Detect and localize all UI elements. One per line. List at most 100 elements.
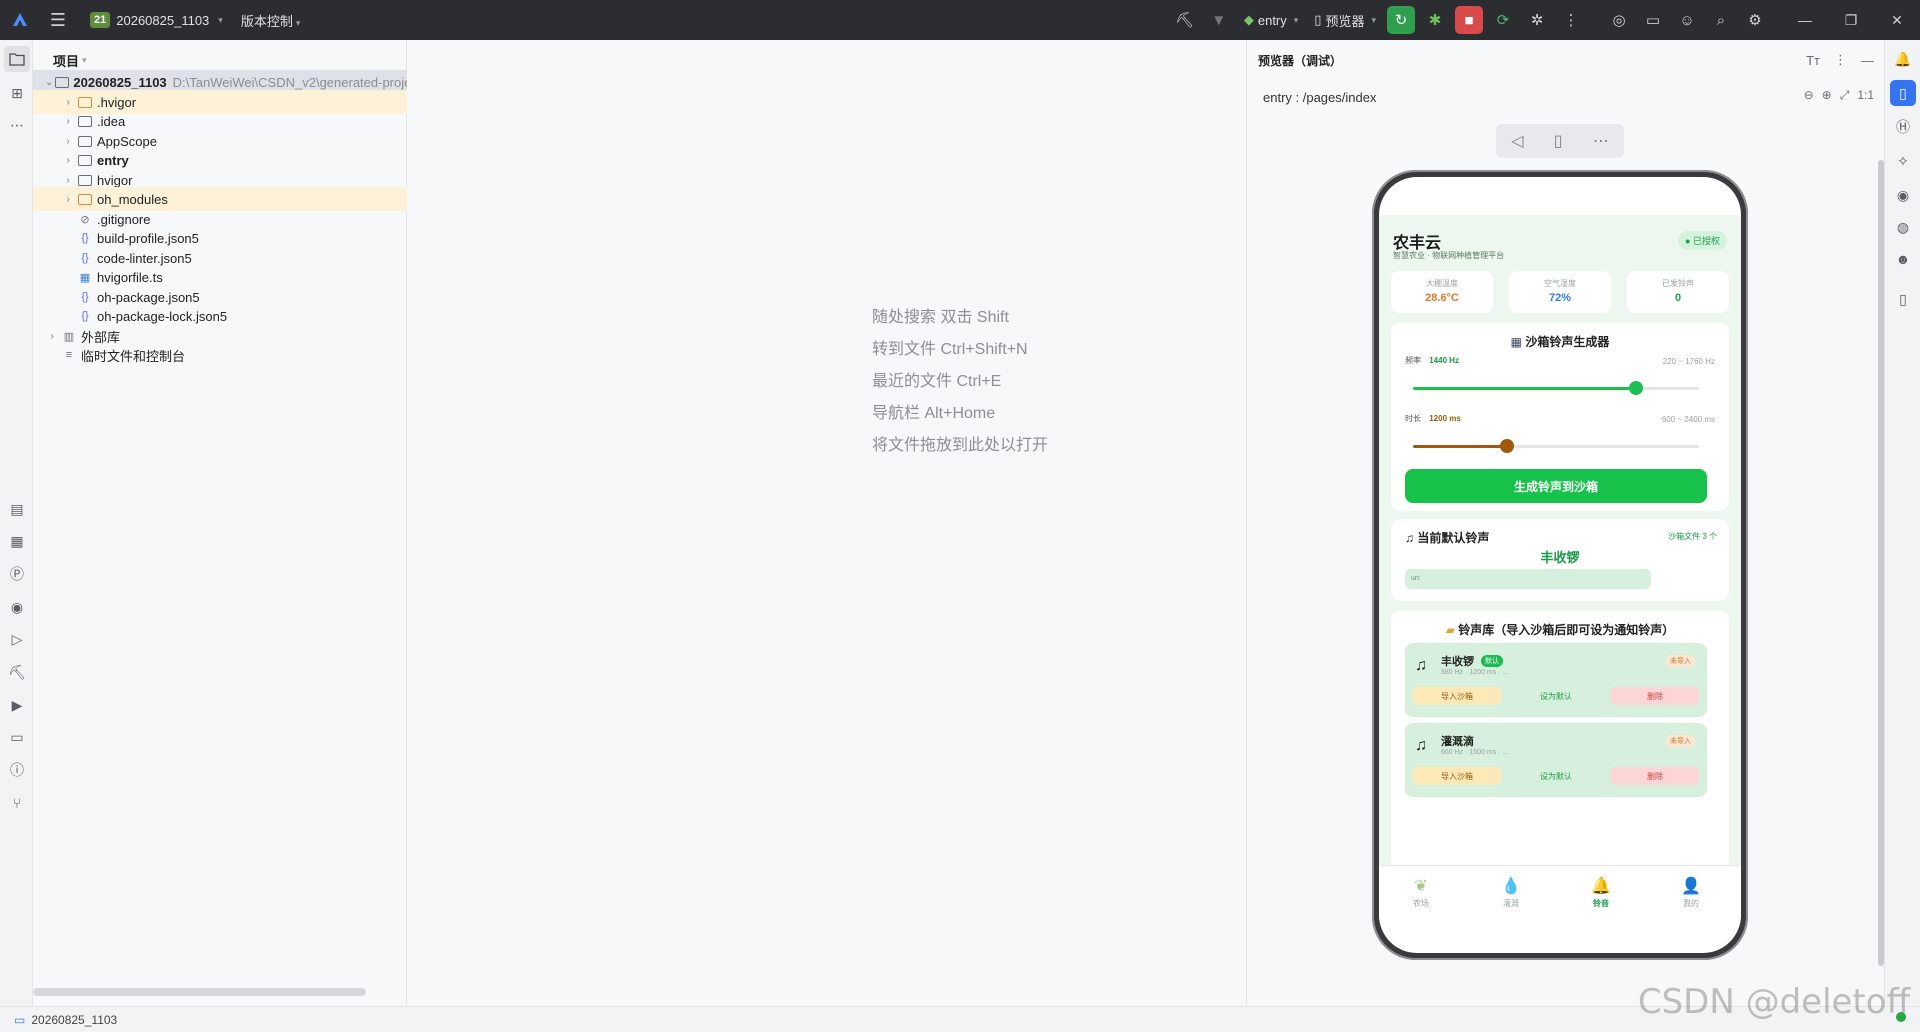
build-icon[interactable]: ⛏ — [4, 659, 30, 685]
ts-file-icon: ▦ — [79, 271, 91, 284]
folder-search-icon[interactable]: ▭ — [1636, 0, 1670, 40]
import-sandbox-button[interactable]: 导入沙箱 — [1413, 767, 1501, 785]
tab-label: 农场 — [1413, 899, 1429, 908]
make-down-icon[interactable]: ▼ — [1202, 0, 1236, 40]
fit-screen-icon[interactable]: ⤢ — [1840, 88, 1850, 103]
horizontal-scrollbar[interactable] — [33, 988, 366, 996]
right-tool-strip: 🔔 ▯ Ⓗ ✧ ◉ ◍ ☻ ▯ — [1884, 40, 1920, 1006]
minimize-panel-icon[interactable]: — — [1861, 53, 1874, 68]
tab-ringtone[interactable]: 🔔 铃音 — [1571, 876, 1631, 909]
todo-icon[interactable]: ▤ — [4, 496, 30, 522]
device-selector[interactable]: ▯ 预览器 ▾ — [1306, 11, 1384, 30]
zoom-out-icon[interactable]: ⊖ — [1804, 88, 1814, 103]
current-title: ♫ 当前默认铃声 — [1405, 529, 1489, 546]
set-default-button[interactable]: 设为默认 — [1512, 767, 1600, 785]
folder-icon: ▰ — [1445, 623, 1455, 637]
sandbox-files-link[interactable]: 沙箱文件 3 个 — [1668, 531, 1717, 542]
library-title-label: 铃声库（导入沙箱后即可设为通知铃声） — [1458, 623, 1675, 637]
device-manager-icon[interactable]: ◎ — [1602, 0, 1636, 40]
database-icon[interactable]: ◍ — [1890, 214, 1916, 240]
ringtone-item[interactable]: ♫ 丰收锣 默认 880 Hz · 1200 ms · ... 未导入 导入沙箱… — [1405, 643, 1707, 717]
project-folder-icon[interactable] — [4, 46, 30, 72]
ai-assistant-icon[interactable]: ✧ — [1890, 148, 1916, 174]
version-control-menu[interactable]: 版本控制 ▾ — [241, 11, 301, 30]
more-tools-icon[interactable]: ⋯ — [4, 112, 30, 138]
build-hammer-icon[interactable]: ⛏ — [1168, 0, 1202, 40]
more-actions-icon[interactable]: ⋮ — [1554, 0, 1588, 40]
stat-sent: 已发铃声 0 — [1627, 271, 1729, 313]
tab-farm[interactable]: ❦ 农场 — [1391, 876, 1451, 909]
library-title: ▰ 铃声库（导入沙箱后即可设为通知铃声） — [1391, 621, 1729, 638]
root-name: 20260825_1103 — [73, 74, 167, 90]
services-icon[interactable]: ▷ — [4, 626, 30, 652]
robot-icon[interactable]: ☻ — [1890, 246, 1916, 272]
stop-icon[interactable]: ■ — [1455, 6, 1483, 34]
harmony-icon[interactable]: Ⓗ — [1890, 114, 1916, 140]
restore-icon[interactable]: ❐ — [1828, 0, 1874, 40]
sprout-icon: ❦ — [1414, 878, 1428, 895]
structure-icon[interactable]: ⊞ — [4, 80, 30, 106]
font-size-icon[interactable]: Tт — [1806, 53, 1820, 68]
run-icon[interactable]: ▶ — [4, 692, 30, 718]
project-selector[interactable]: 21 20260825_1103 ▾ — [90, 12, 223, 28]
chevron-down-icon: ▾ — [1371, 14, 1376, 25]
rotate-device-icon[interactable]: ▯ — [1554, 131, 1563, 151]
status-project[interactable]: 20260825_1103 — [31, 1013, 117, 1027]
search-icon[interactable]: ⌕ — [1704, 0, 1738, 40]
editor-empty-area[interactable]: 随处搜索 双击 Shift 转到文件 Ctrl+Shift+N 最近的文件 Ct… — [407, 40, 1247, 1006]
tree-item-label: code-linter.json5 — [97, 250, 192, 266]
inspector-eye-icon[interactable]: ◉ — [4, 594, 30, 620]
root-path: D:\TanWeiWei\CSDN_v2\generated-projects\… — [172, 74, 407, 90]
previewer-device-icon[interactable]: ▯ — [1890, 80, 1916, 106]
resource-icon[interactable]: ◉ — [1890, 182, 1916, 208]
phone-icon: ▯ — [1314, 12, 1322, 27]
delete-button[interactable]: 删除 — [1611, 767, 1699, 785]
stat-value: 72% — [1548, 292, 1572, 304]
chevron-down-icon: ⌄ — [45, 76, 54, 88]
chevron-down-icon: ▾ — [82, 54, 87, 65]
phone-screen: 农丰云 智慧农业 · 物联网种植管理平台 ● 已授权 大棚温度 28.6°C 空… — [1379, 177, 1741, 953]
folder-icon — [77, 114, 93, 128]
project-badge: 21 — [90, 12, 111, 28]
dur-label-text: 时长 — [1405, 414, 1421, 423]
ringtone-item[interactable]: ♫ 灌溉滴 660 Hz · 1500 ms · ... 未导入 导入沙箱 设为… — [1405, 723, 1707, 797]
main-menu-icon[interactable]: ☰ — [40, 0, 76, 40]
module-name: entry — [1257, 12, 1287, 28]
git-branch-icon[interactable]: ⑂ — [4, 790, 30, 816]
import-sandbox-button[interactable]: 导入沙箱 — [1413, 687, 1501, 705]
license-badge: ● 已授权 — [1678, 231, 1727, 250]
terminal-icon[interactable]: ▭ — [4, 724, 30, 750]
close-icon[interactable]: ✕ — [1874, 0, 1920, 40]
settings-gear-icon[interactable]: ⚙ — [1738, 0, 1772, 40]
zoom-ratio[interactable]: 1:1 — [1857, 88, 1874, 103]
more-horizontal-icon[interactable]: ⋯ — [1593, 131, 1609, 151]
account-icon[interactable]: ☺ — [1670, 0, 1704, 40]
attach-debugger-icon[interactable]: ✲ — [1520, 0, 1554, 40]
tab-profile[interactable]: 👤 我的 — [1661, 876, 1721, 909]
tree-item-scratches[interactable]: ≡ 临时文件和控制台 — [33, 343, 407, 367]
module-selector[interactable]: ◆ entry ▾ — [1236, 12, 1306, 28]
debug-bug-icon[interactable]: ✱ — [1418, 0, 1452, 40]
delete-button[interactable]: 删除 — [1611, 687, 1699, 705]
problems-icon[interactable]: ⓘ — [4, 757, 30, 783]
app-logo-icon[interactable] — [0, 0, 40, 40]
chevron-down-icon: ▾ — [295, 17, 301, 28]
back-triangle-icon[interactable]: ◁ — [1511, 131, 1523, 151]
profiler-icon[interactable]: Ⓟ — [4, 561, 30, 587]
minimize-icon[interactable]: — — [1782, 0, 1828, 40]
set-default-button[interactable]: 设为默认 — [1512, 687, 1600, 705]
dur-slider-thumb[interactable] — [1500, 439, 1515, 453]
generate-ringtone-button[interactable]: 生成铃声到沙箱 — [1405, 469, 1707, 503]
zoom-in-icon[interactable]: ⊕ — [1822, 88, 1832, 103]
apply-changes-icon[interactable]: ⟳ — [1486, 0, 1520, 40]
tab-irrigation[interactable]: 💧 灌溉 — [1481, 876, 1541, 909]
music-note-icon: ♫ — [1415, 657, 1427, 674]
layout-icon[interactable]: ▦ — [4, 528, 30, 554]
rerun-icon[interactable]: ↻ — [1387, 6, 1415, 34]
ringtone-name: 丰收锣 — [1441, 656, 1474, 668]
freq-slider-thumb[interactable] — [1629, 381, 1644, 395]
device-icon[interactable]: ▯ — [1890, 286, 1916, 312]
notifications-bell-icon[interactable]: 🔔 — [1890, 46, 1916, 72]
dur-slider-fill — [1413, 445, 1508, 448]
more-icon[interactable]: ⋮ — [1834, 52, 1847, 68]
